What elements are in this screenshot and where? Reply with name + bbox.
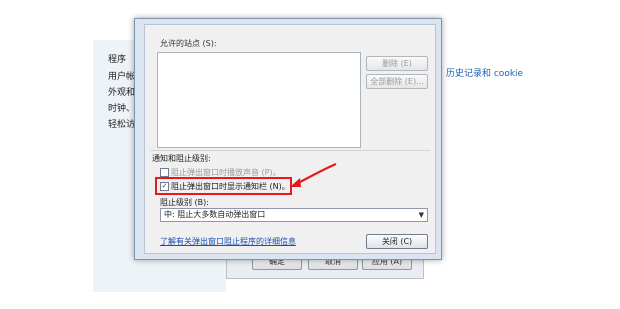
play-sound-checkbox[interactable] — [160, 168, 169, 177]
learn-more-link[interactable]: 了解有关弹出窗口阻止程序的详细信息 — [160, 236, 296, 247]
delete-button[interactable]: 删除 (E) — [366, 56, 428, 71]
allowed-sites-label: 允许的站点 (S): — [160, 39, 217, 48]
highlight-box — [155, 177, 292, 195]
bg-sidebar-item[interactable]: 轻松访 — [108, 117, 135, 130]
block-level-value: 中: 阻止大多数自动弹出窗口 — [164, 210, 266, 219]
divider — [150, 150, 430, 151]
bg-sidebar-item[interactable]: 程序 — [108, 52, 126, 65]
bg-sidebar-item[interactable]: 外观和 — [108, 85, 135, 98]
bg-sidebar-item[interactable]: 用户帐 — [108, 69, 135, 82]
close-button[interactable]: 关闭 (C) — [366, 234, 428, 249]
dropdown-arrow-icon: ▼ — [418, 211, 424, 219]
bg-sidebar-item[interactable]: 时钟、 — [108, 101, 135, 114]
allowed-sites-list[interactable] — [157, 52, 361, 148]
notify-section-title: 通知和阻止级别: — [152, 154, 211, 163]
history-cookie-link[interactable]: 历史记录和 cookie — [446, 66, 523, 79]
block-level-select[interactable]: 中: 阻止大多数自动弹出窗口 ▼ — [160, 208, 428, 222]
block-level-label: 阻止级别 (B): — [160, 198, 209, 207]
delete-all-button[interactable]: 全部删除 (E)... — [366, 74, 428, 89]
red-arrow-icon — [290, 162, 337, 187]
